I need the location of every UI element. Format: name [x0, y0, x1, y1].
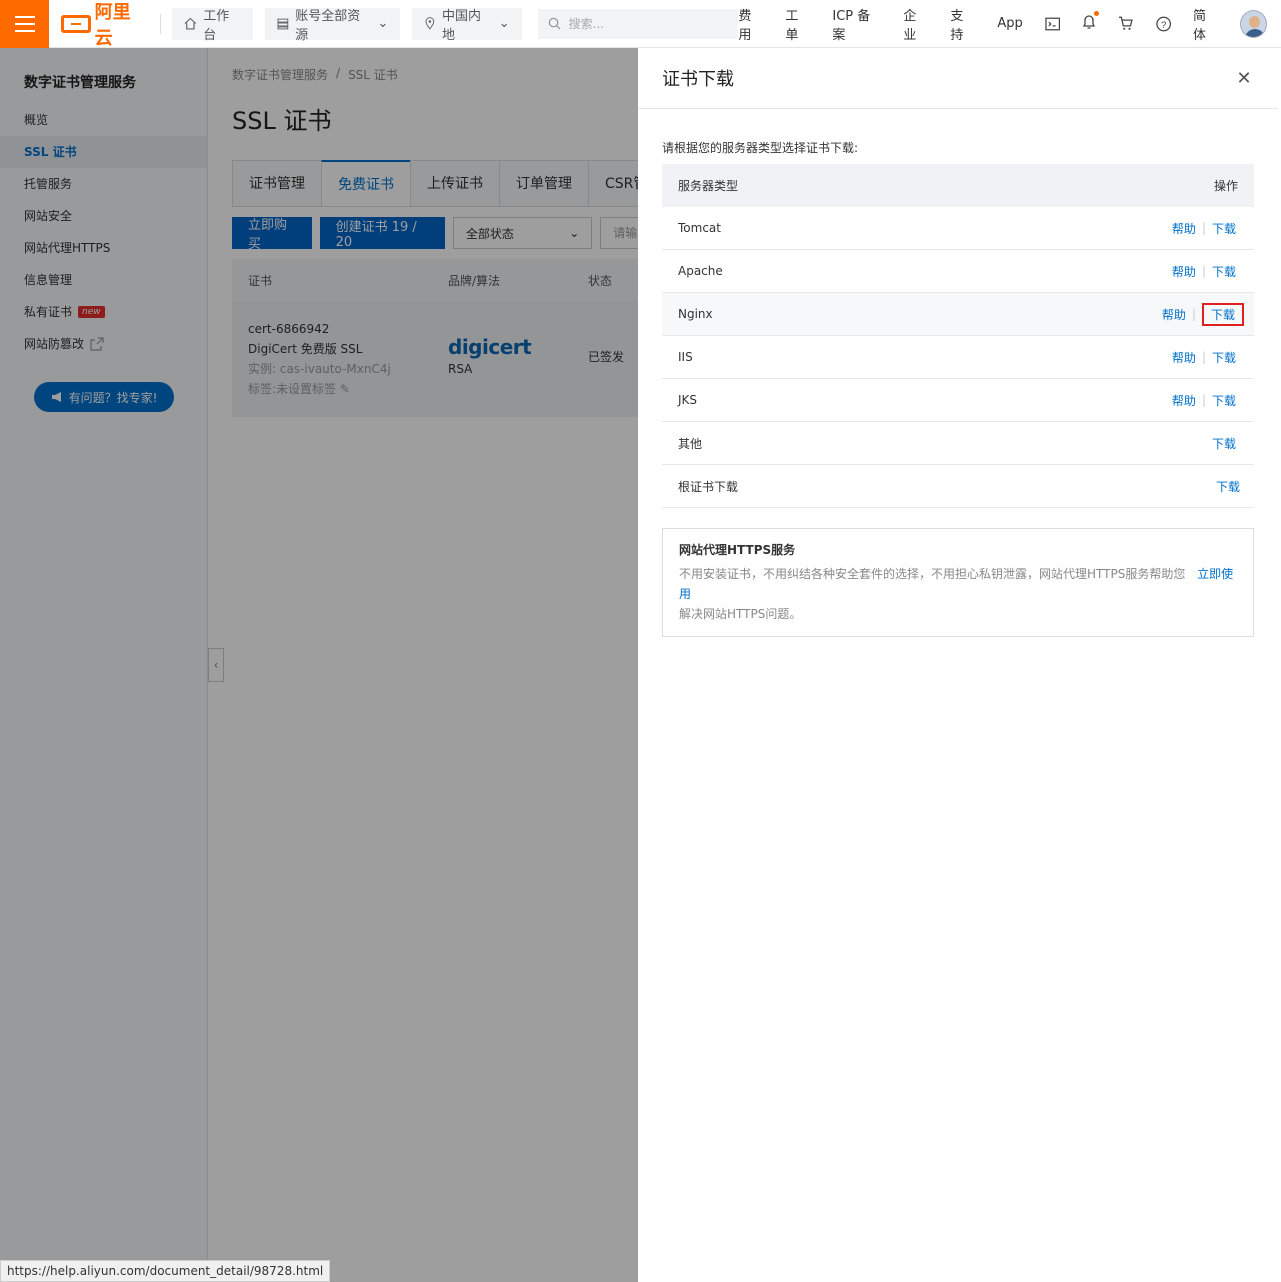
- https-proxy-promo: 网站代理HTTPS服务 不用安装证书，不用纠结各种安全套件的选择，不用担心私钥泄…: [662, 528, 1254, 637]
- server-type: Nginx: [678, 307, 713, 321]
- help-link[interactable]: 帮助: [1172, 220, 1196, 237]
- region-label: 中国内地: [442, 8, 482, 43]
- download-link[interactable]: 下载: [1212, 349, 1236, 366]
- separator: |: [1201, 393, 1206, 407]
- table-row: JKS 帮助 | 下载: [662, 379, 1254, 422]
- search-input[interactable]: 搜索...: [537, 8, 739, 39]
- help-link[interactable]: 帮助: [1162, 306, 1186, 323]
- search-placeholder: 搜索...: [568, 17, 605, 31]
- help-link[interactable]: 帮助: [1172, 263, 1196, 280]
- server-type: Apache: [678, 264, 723, 278]
- separator: |: [1191, 307, 1196, 321]
- bell-icon[interactable]: [1082, 10, 1100, 34]
- user-avatar[interactable]: [1239, 9, 1267, 38]
- resources-dropdown[interactable]: 账号全部资源 ⌄: [265, 7, 401, 43]
- drawer-header: 证书下载 ✕: [638, 48, 1278, 109]
- column-header: 操作: [1213, 179, 1238, 193]
- separator: |: [1201, 264, 1206, 278]
- drawer-title: 证书下载: [662, 69, 734, 90]
- help-link[interactable]: 帮助: [1172, 392, 1196, 409]
- aliyun-logo[interactable]: 阿里云: [61, 0, 147, 50]
- help-icon[interactable]: ?: [1155, 16, 1171, 32]
- download-link[interactable]: 下载: [1212, 435, 1236, 452]
- location-pin-icon: [425, 17, 435, 30]
- drawer-hint: 请根据您的服务器类型选择证书下载:: [662, 141, 859, 155]
- table-row: IIS 帮助 | 下载: [662, 336, 1254, 379]
- table-row: Tomcat 帮助 | 下载: [662, 207, 1254, 250]
- workbench-button[interactable]: 工作台: [172, 7, 254, 43]
- promo-description: 不用安装证书，不用纠结各种安全套件的选择，不用担心私钥泄露，网站代理HTTPS服…: [679, 564, 1237, 624]
- server-type: 根证书下载: [678, 479, 739, 494]
- link-enterprise[interactable]: 企业: [903, 5, 928, 43]
- overlay-mask[interactable]: [0, 48, 638, 1282]
- link-billing[interactable]: 费用: [738, 5, 763, 43]
- download-link[interactable]: 下载: [1212, 263, 1236, 280]
- server-type: 其他: [678, 436, 703, 451]
- separator: |: [1201, 350, 1206, 364]
- top-links: 费用 工单 ICP 备案 企业 支持 App ? 简体: [738, 5, 1281, 43]
- svg-text:?: ?: [1161, 19, 1166, 30]
- link-support[interactable]: 支持: [950, 5, 975, 43]
- chevron-down-icon: ⌄: [377, 16, 389, 31]
- server-type-table: 服务器类型 操作 Tomcat 帮助 | 下载 Apache 帮助 | 下载 Nginx…: [662, 164, 1254, 508]
- divider: [159, 13, 161, 34]
- search-icon: [548, 17, 561, 30]
- top-navbar: 阿里云 工作台 账号全部资源 ⌄ 中国内地 ⌄ 搜索... 费用 工单 ICP …: [0, 0, 1281, 50]
- download-link[interactable]: 下载: [1212, 392, 1236, 409]
- close-icon[interactable]: ✕: [1234, 68, 1254, 89]
- drawer-body: 请根据您的服务器类型选择证书下载: 服务器类型 操作 Tomcat 帮助 | 下载 …: [638, 109, 1278, 637]
- region-dropdown[interactable]: 中国内地 ⌄: [412, 7, 522, 43]
- cart-icon[interactable]: [1118, 16, 1133, 31]
- table-header: 服务器类型 操作: [662, 164, 1254, 207]
- table-row: 根证书下载 下载: [662, 465, 1254, 508]
- stack-icon: [277, 18, 289, 29]
- hamburger-menu-icon[interactable]: [0, 0, 50, 48]
- logo-text: 阿里云: [94, 1, 131, 49]
- terminal-icon[interactable]: [1045, 17, 1060, 31]
- promo-title: 网站代理HTTPS服务: [679, 543, 796, 557]
- table-row: 其他 下载: [662, 422, 1254, 465]
- cert-download-drawer: 证书下载 ✕ 请根据您的服务器类型选择证书下载: 服务器类型 操作 Tomcat…: [638, 48, 1278, 1282]
- download-link[interactable]: 下载: [1216, 478, 1240, 495]
- table-row: Nginx 帮助 | 下载: [662, 293, 1254, 336]
- language-switch[interactable]: 简体: [1193, 5, 1218, 43]
- resources-label: 账号全部资源: [295, 8, 361, 43]
- link-icp[interactable]: ICP 备案: [832, 5, 881, 43]
- aliyun-logo-icon: [61, 14, 91, 33]
- server-type: IIS: [678, 350, 693, 364]
- promo-text: 解决网站HTTPS问题。: [679, 607, 802, 621]
- table-row: Apache 帮助 | 下载: [662, 250, 1254, 293]
- workbench-label: 工作台: [203, 8, 230, 43]
- chevron-down-icon: ⌄: [498, 16, 510, 31]
- download-link-nginx-highlighted[interactable]: 下载: [1201, 302, 1244, 326]
- download-link[interactable]: 下载: [1212, 220, 1236, 237]
- server-type: JKS: [678, 393, 698, 407]
- link-app[interactable]: App: [997, 16, 1022, 31]
- link-tickets[interactable]: 工单: [785, 5, 810, 43]
- home-icon: [184, 17, 197, 30]
- column-header: 服务器类型: [678, 179, 739, 193]
- help-link[interactable]: 帮助: [1172, 349, 1196, 366]
- promo-text: 不用安装证书，不用纠结各种安全套件的选择，不用担心私钥泄露，网站代理HTTPS服…: [679, 567, 1186, 581]
- browser-status-url: https://help.aliyun.com/document_detail/…: [0, 1260, 331, 1282]
- separator: |: [1201, 221, 1206, 235]
- server-type: Tomcat: [678, 221, 721, 235]
